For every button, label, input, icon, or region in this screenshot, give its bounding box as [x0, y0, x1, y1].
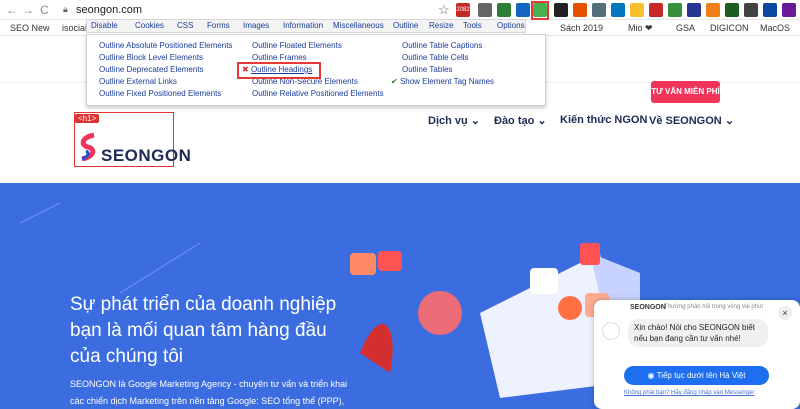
reload-icon[interactable]: C [40, 3, 49, 17]
menu-outline-external[interactable]: Outline External Links [99, 77, 177, 86]
tb-miscellaneous[interactable]: Miscellaneous [333, 21, 384, 30]
hero-desc-line1: SEONGON là Google Marketing Agency - chu… [70, 379, 348, 389]
menu-outline-deprecated[interactable]: Outline Deprecated Elements [99, 65, 204, 74]
ext-icon-3[interactable] [516, 3, 530, 17]
bookmark-isocial[interactable]: isocial [62, 23, 87, 33]
ext-icon-2[interactable] [497, 3, 511, 17]
chat-avatar [602, 322, 620, 340]
bookmark-seo-new[interactable]: SEO New [10, 23, 50, 33]
menu-outline-absolute[interactable]: Outline Absolute Positioned Elements [99, 41, 232, 50]
ext-icon-15[interactable] [763, 3, 777, 17]
chat-continue-label: Tiếp tục dưới tên Hà Việt [656, 371, 746, 380]
ext-icon-16[interactable] [782, 3, 796, 17]
nav-dich-vu-label: Dịch vụ [428, 115, 468, 127]
chat-message: Xin chào! Nói cho SEONGON biết nếu bạn đ… [628, 319, 768, 347]
chat-close-icon[interactable]: × [778, 306, 792, 320]
menu-outline-table-cells[interactable]: Outline Table Cells [402, 53, 469, 62]
ext-icon-6[interactable] [592, 3, 606, 17]
bookmark-star-icon[interactable]: ☆ [438, 2, 450, 18]
h1-tag-label: <h1> [75, 114, 100, 123]
highlight-extension-icon [531, 1, 549, 20]
nav-dich-vu[interactable]: Dịch vụ ⌄ [428, 114, 480, 127]
messenger-icon: ◉ [647, 371, 655, 380]
hero-desc-line2: các chiến dịch Marketing trên nền tảng G… [70, 396, 345, 406]
hero-title: Sự phát triển của doanh nghiệp bạn là mố… [70, 294, 337, 367]
nav-kien-thuc[interactable]: Kiến thức NGON [560, 114, 647, 126]
ext-icon-4[interactable] [554, 3, 568, 17]
logo[interactable]: SEONGON [101, 146, 191, 166]
url-field[interactable]: seongon.com [76, 4, 142, 16]
nav-ve-seongon-label: Về SEONGON [649, 115, 722, 127]
ext-icon-5[interactable] [573, 3, 587, 17]
chevron-down-icon: ⌄ [537, 115, 547, 127]
chat-subtitle: Thường phản hồi trong vòng vài phút [664, 304, 764, 310]
tb-information[interactable]: Information [283, 21, 323, 30]
nav-ve-seongon[interactable]: Về SEONGON ⌄ [649, 114, 734, 127]
tb-css[interactable]: CSS [177, 21, 193, 30]
chevron-down-icon: ⌄ [724, 115, 735, 127]
tb-cookies[interactable]: Cookies [135, 21, 164, 30]
ext-icon-8[interactable] [630, 3, 644, 17]
web-developer-toolbar: Disable Cookies CSS Forms Images Informa… [86, 19, 526, 33]
menu-outline-floated[interactable]: Outline Floated Elements [252, 41, 342, 50]
gmail-ext-icon[interactable]: 2082 [456, 3, 470, 17]
address-bar: ← → C 🔒︎ seongon.com ☆ 2082 [0, 0, 800, 20]
free-consult-button[interactable]: TƯ VẤN MIỄN PHÍ [651, 81, 720, 103]
check-icon: ✔ [391, 77, 398, 86]
ext-icon-12[interactable] [706, 3, 720, 17]
menu-show-tag-names[interactable]: ✔ Show Element Tag Names [391, 77, 494, 86]
nav-dao-tao[interactable]: Đào tạo ⌄ [494, 114, 547, 127]
chevron-down-icon: ⌄ [470, 115, 481, 127]
tb-forms[interactable]: Forms [207, 21, 230, 30]
menu-outline-frames[interactable]: Outline Frames [252, 53, 307, 62]
ext-icon-14[interactable] [744, 3, 758, 17]
bookmark-digicon[interactable]: DIGICON [710, 23, 749, 33]
highlight-outline-headings [237, 62, 321, 79]
forward-icon[interactable]: → [22, 3, 34, 17]
tb-images[interactable]: Images [243, 21, 269, 30]
tb-tools[interactable]: Tools [463, 21, 482, 30]
ext-icon-7[interactable] [611, 3, 625, 17]
bookmark-mio[interactable]: Mio ❤ [628, 23, 653, 34]
ext-icon-11[interactable] [687, 3, 701, 17]
chat-continue-button[interactable]: ◉ Tiếp tục dưới tên Hà Việt [624, 366, 769, 385]
tb-options[interactable]: Options [497, 21, 525, 30]
ext-icon-9[interactable] [649, 3, 663, 17]
back-icon[interactable]: ← [6, 3, 18, 17]
bookmark-macos[interactable]: MacOS [760, 23, 790, 33]
lock-icon: 🔒︎ [63, 4, 68, 14]
hero-description: SEONGON là Google Marketing Agency - chu… [70, 376, 370, 409]
menu-show-tag-names-label: Show Element Tag Names [399, 77, 495, 86]
tb-resize[interactable]: Resize [429, 21, 453, 30]
logo-icon [80, 133, 96, 161]
tb-disable[interactable]: Disable [91, 21, 118, 30]
bookmark-sach-2019[interactable]: Sách 2019 [560, 23, 603, 33]
menu-outline-tables[interactable]: Outline Tables [402, 65, 453, 74]
menu-outline-fixed[interactable]: Outline Fixed Positioned Elements [99, 89, 221, 98]
ext-icon-1[interactable] [478, 3, 492, 17]
ext-icon-10[interactable] [668, 3, 682, 17]
menu-outline-relative[interactable]: Outline Relative Positioned Elements [252, 89, 384, 98]
ext-icon-13[interactable] [725, 3, 739, 17]
chat-login-link[interactable]: Không phải bạn? Hãy đăng nhập vào Messen… [624, 390, 754, 396]
tb-outline[interactable]: Outline [393, 21, 418, 30]
nav-dao-tao-label: Đào tạo [494, 115, 535, 127]
menu-outline-table-captions[interactable]: Outline Table Captions [402, 41, 482, 50]
bookmark-gsa[interactable]: GSA [676, 23, 695, 33]
chat-brand: SEONGON [630, 304, 666, 311]
menu-outline-block[interactable]: Outline Block Level Elements [99, 53, 203, 62]
